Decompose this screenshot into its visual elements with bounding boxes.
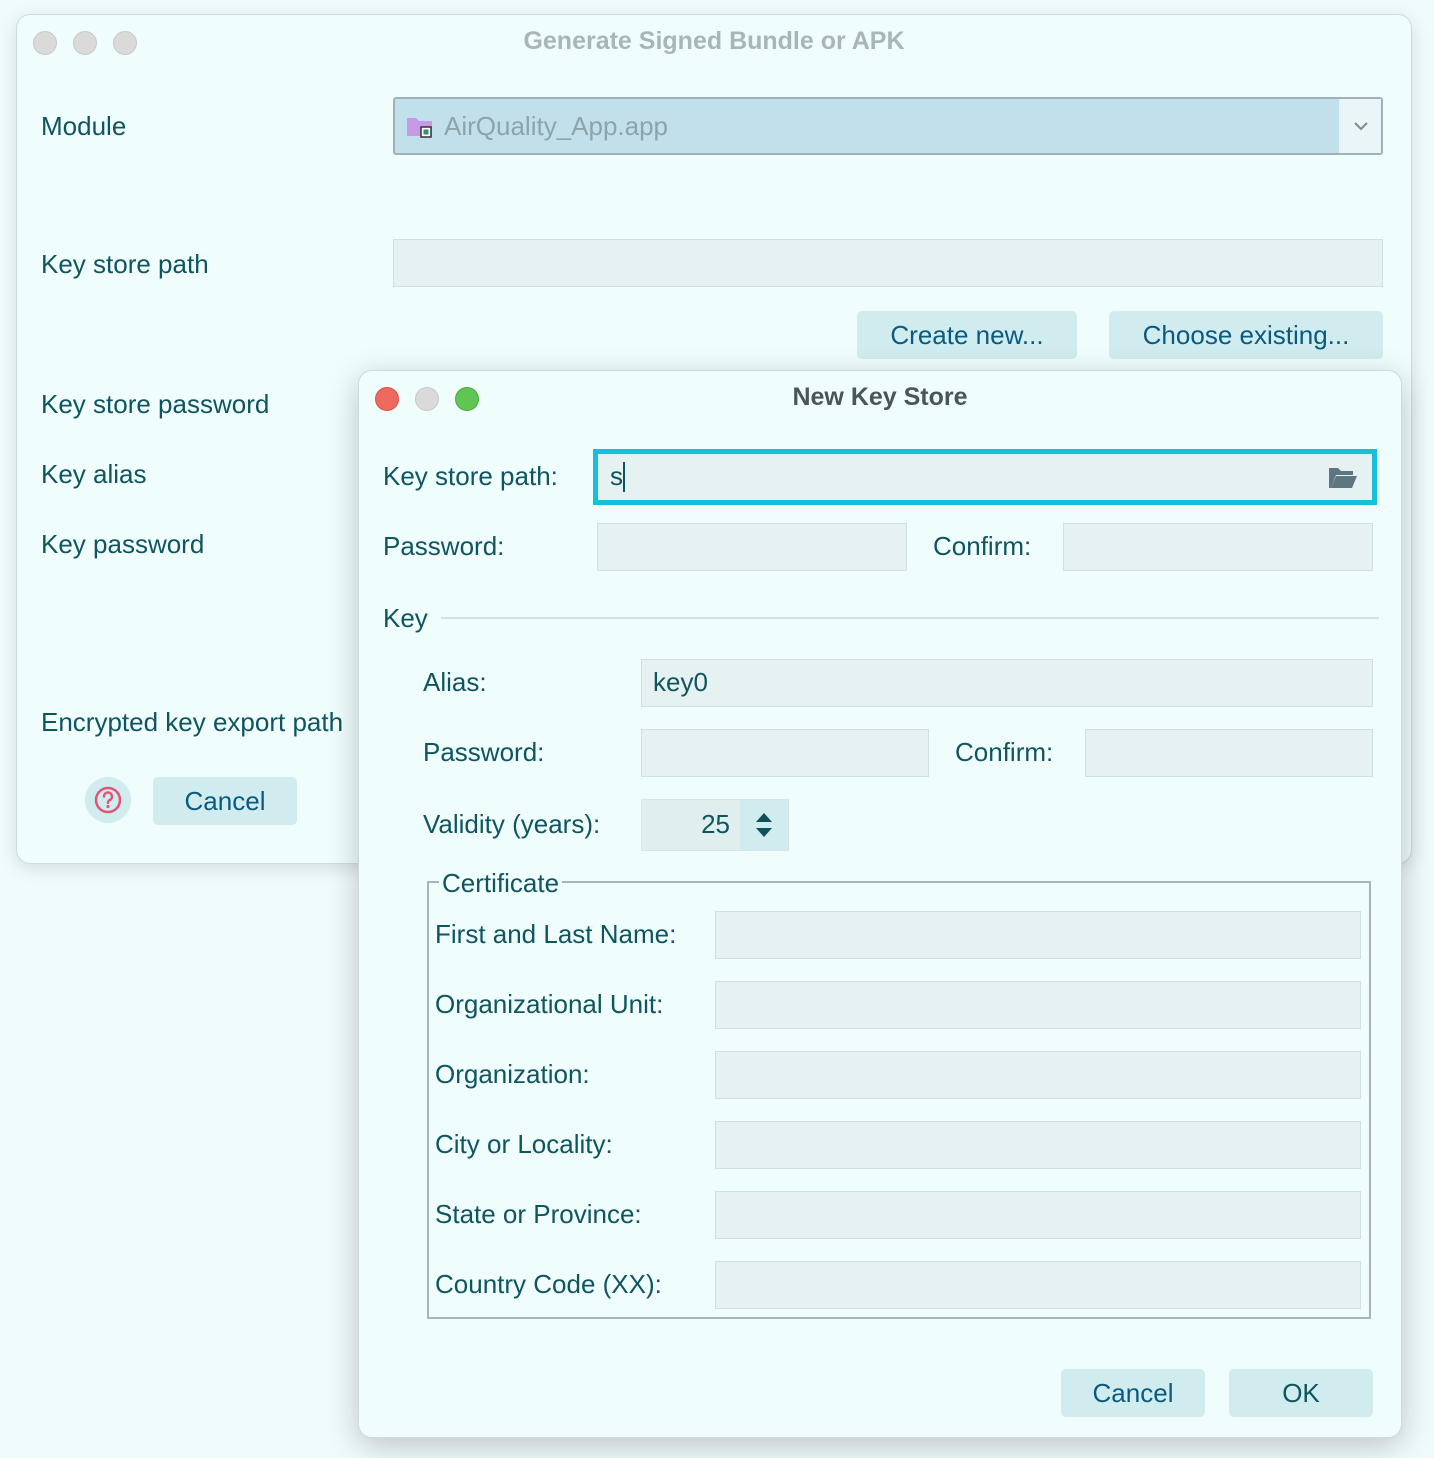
confirm-password-field[interactable] xyxy=(1063,523,1373,571)
module-select-value: AirQuality_App.app xyxy=(444,111,669,141)
choose-existing-button[interactable]: Choose existing... xyxy=(1109,311,1383,359)
new-key-store-dialog: New Key Store Key store path: s Password… xyxy=(358,370,1402,1438)
chevron-down-icon[interactable] xyxy=(1341,99,1381,153)
key-store-password-label: Key store password xyxy=(41,389,270,419)
organization-label: Organization: xyxy=(435,1059,590,1089)
key-section-label: Key xyxy=(383,603,428,633)
module-folder-icon xyxy=(406,114,434,143)
ok-button[interactable]: OK xyxy=(1229,1369,1373,1417)
country-code-label: Country Code (XX): xyxy=(435,1269,662,1299)
certificate-label: Certificate xyxy=(439,868,563,899)
module-label: Module xyxy=(41,111,127,141)
key-password-label: Key password xyxy=(41,529,205,559)
text-caret xyxy=(623,462,625,492)
dialog-title: Generate Signed Bundle or APK xyxy=(523,27,905,55)
key-store-path-label: Key store path: xyxy=(383,461,558,491)
key-store-path-field[interactable] xyxy=(393,239,1383,287)
state-label: State or Province: xyxy=(435,1199,642,1229)
alias-label: Alias: xyxy=(423,667,487,697)
encrypted-key-export-path-label: Encrypted key export path xyxy=(41,707,344,737)
key-section-divider xyxy=(441,617,1379,619)
state-field[interactable] xyxy=(715,1191,1361,1239)
validity-label: Validity (years): xyxy=(423,809,601,839)
folder-open-icon[interactable] xyxy=(1328,465,1358,494)
create-new-button[interactable]: Create new... xyxy=(857,311,1077,359)
key-alias-label: Key alias xyxy=(41,459,147,489)
password-field[interactable] xyxy=(597,523,907,571)
validity-spinner[interactable]: 25 xyxy=(641,799,789,851)
city-label: City or Locality: xyxy=(435,1129,613,1159)
country-code-field[interactable] xyxy=(715,1261,1361,1309)
key-confirm-password-field[interactable] xyxy=(1085,729,1373,777)
spinner-arrows-icon[interactable] xyxy=(740,800,788,850)
first-last-name-label: First and Last Name: xyxy=(435,919,677,949)
cancel-button[interactable]: Cancel xyxy=(153,777,297,825)
key-store-path-input[interactable]: s xyxy=(593,449,1377,505)
alias-field[interactable]: key0 xyxy=(641,659,1373,707)
cancel-button[interactable]: Cancel xyxy=(1061,1369,1205,1417)
key-confirm-label: Confirm: xyxy=(955,737,1054,767)
org-unit-label: Organizational Unit: xyxy=(435,989,664,1019)
org-unit-field[interactable] xyxy=(715,981,1361,1029)
validity-value: 25 xyxy=(701,809,730,839)
organization-field[interactable] xyxy=(715,1051,1361,1099)
module-select[interactable]: AirQuality_App.app xyxy=(393,97,1383,155)
alias-value: key0 xyxy=(653,667,708,697)
confirm-label: Confirm: xyxy=(933,531,1032,561)
key-store-path-value: s xyxy=(610,461,623,491)
dialog-title: New Key Store xyxy=(792,383,968,411)
city-field[interactable] xyxy=(715,1121,1361,1169)
help-icon[interactable] xyxy=(85,777,131,823)
key-store-path-label: Key store path xyxy=(41,249,209,279)
password-label: Password: xyxy=(383,531,505,561)
first-last-name-field[interactable] xyxy=(715,911,1361,959)
key-password-field[interactable] xyxy=(641,729,929,777)
key-password-label: Password: xyxy=(423,737,545,767)
